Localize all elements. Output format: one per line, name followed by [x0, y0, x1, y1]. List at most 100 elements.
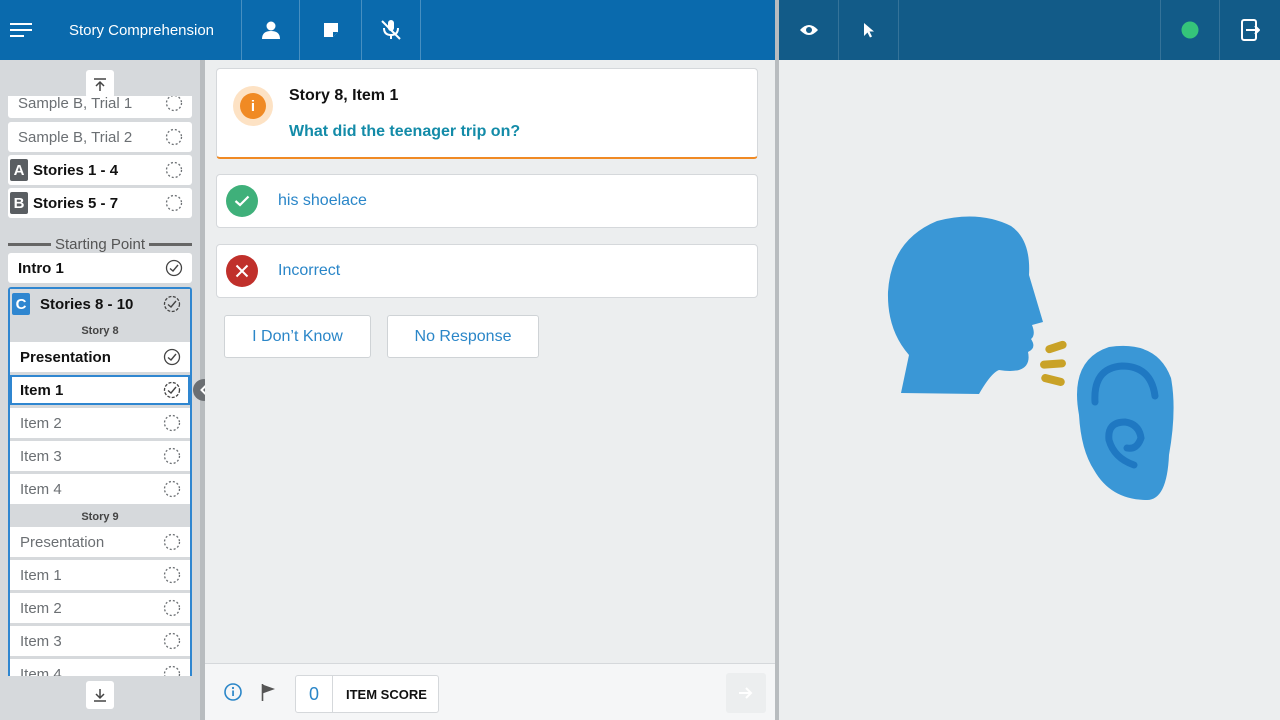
sound-line-2	[1040, 359, 1066, 369]
examinee-toolbar	[779, 0, 1280, 60]
incorrect-answer-option[interactable]: Incorrect	[216, 244, 758, 298]
eye-icon	[799, 25, 818, 35]
switch-device-button[interactable]	[1220, 0, 1280, 60]
nav-item-label: Item 4	[20, 480, 62, 498]
nav-item-label: Item 2	[20, 414, 62, 432]
head-silhouette	[887, 216, 1043, 394]
nav-item-story8-presentation[interactable]: Presentation	[10, 342, 190, 372]
arrow-down-to-bottom-icon	[94, 688, 106, 702]
device-exit-icon	[1241, 19, 1260, 41]
in-progress-status-icon	[162, 381, 182, 399]
item-info-button[interactable]	[224, 683, 242, 701]
no-response-button[interactable]: No Response	[387, 315, 539, 358]
nav-section-label: Stories 1 - 4	[33, 161, 119, 179]
next-item-button[interactable]	[726, 673, 766, 713]
info-icon-glyph: i	[240, 93, 266, 119]
pending-status-icon	[164, 194, 184, 212]
nav-item-label: Sample B, Trial 2	[18, 128, 133, 146]
note-icon	[323, 23, 338, 37]
visibility-button[interactable]	[779, 0, 839, 60]
nav-item-story9-item-3[interactable]: Item 3	[10, 626, 190, 656]
pending-status-icon	[162, 632, 182, 650]
complete-status-icon	[164, 259, 184, 277]
nav-section-a[interactable]: A Stories 1 - 4	[8, 155, 192, 185]
nav-item-story8-item-2[interactable]: Item 2	[10, 408, 190, 438]
incorrect-answer-label: Incorrect	[278, 262, 341, 279]
section-letter-badge: B	[10, 192, 28, 214]
notes-button[interactable]	[300, 0, 362, 60]
dont-know-button[interactable]: I Don’t Know	[224, 315, 371, 358]
sound-line-3	[1041, 374, 1065, 386]
pending-status-icon	[162, 447, 182, 465]
nav-item-label: Item 3	[20, 447, 62, 465]
story-8-header: Story 8	[81, 325, 119, 337]
nav-item-intro-1[interactable]: Intro 1	[8, 253, 192, 283]
pending-status-icon	[164, 161, 184, 179]
nav-section-label: Stories 5 - 7	[33, 194, 119, 212]
item-title: Story 8, Item 1	[289, 87, 399, 104]
pending-status-icon	[164, 128, 184, 146]
complete-status-icon	[162, 348, 182, 366]
correct-answer-option[interactable]: his shoelace	[216, 174, 758, 228]
pending-status-icon	[162, 665, 182, 676]
menu-button[interactable]	[0, 0, 42, 60]
question-text: What did the teenager trip on?	[289, 123, 521, 140]
pending-status-icon	[162, 566, 182, 584]
arrow-up-to-top-icon	[94, 77, 106, 91]
section-letter-badge: C	[12, 293, 30, 315]
status-dot-icon	[1181, 21, 1199, 39]
nav-section-c-header[interactable]: C Stories 8 - 10	[10, 289, 190, 319]
nav-item-story8-item-3[interactable]: Item 3	[10, 441, 190, 471]
scroll-bottom-button[interactable]	[86, 681, 114, 709]
examinee-button[interactable]	[242, 0, 300, 60]
nav-item-label: Presentation	[20, 348, 111, 366]
question-card: i Story 8, Item 1 What did the teenager …	[216, 68, 758, 159]
pending-status-icon	[162, 480, 182, 498]
app-title: Story Comprehension	[68, 21, 215, 39]
pending-status-icon	[162, 533, 182, 551]
connection-status	[1160, 0, 1220, 60]
nav-item-label: Item 3	[20, 632, 62, 650]
nav-item-label: Item 4	[20, 665, 62, 677]
nav-item-story9-item-4[interactable]: Item 4	[10, 659, 190, 676]
item-score-label: ITEM SCORE	[346, 686, 427, 702]
nav-item-sample-b-trial-1[interactable]: Sample B, Trial 1	[8, 96, 192, 118]
mic-off-icon	[381, 20, 401, 40]
nav-item-label: Item 2	[20, 599, 62, 617]
nav-item-label: Intro 1	[18, 259, 64, 277]
pending-status-icon	[164, 96, 184, 112]
pending-status-icon	[162, 414, 182, 432]
nav-item-story8-item-1-current[interactable]: Item 1	[10, 375, 190, 405]
nav-item-story9-item-2[interactable]: Item 2	[10, 593, 190, 623]
pending-status-icon	[162, 599, 182, 617]
story-9-header: Story 9	[81, 511, 119, 523]
examinee-view	[779, 60, 1280, 720]
navigator-list: Sample B, Trial 1 Sample B, Trial 2 A St…	[0, 96, 200, 676]
item-score-value: 0	[296, 676, 333, 712]
item-score-box: 0 ITEM SCORE	[295, 675, 439, 713]
sound-line-1	[1045, 340, 1067, 354]
flag-button[interactable]	[261, 683, 277, 701]
flag-icon	[261, 684, 275, 701]
info-circle-icon	[224, 683, 242, 701]
starting-point-label: Starting Point	[54, 235, 146, 253]
nav-item-sample-b-trial-2[interactable]: Sample B, Trial 2	[8, 122, 192, 152]
item-navigator: Sample B, Trial 1 Sample B, Trial 2 A St…	[0, 60, 200, 720]
nav-item-story8-item-4[interactable]: Item 4	[10, 474, 190, 504]
hamburger-icon	[10, 23, 32, 37]
nav-item-label: Item 1	[20, 381, 64, 399]
nav-section-c: C Stories 8 - 10 Story 8 Presentation It…	[8, 287, 192, 676]
app-title-cell: Story Comprehension	[42, 0, 242, 60]
nav-item-story9-item-1[interactable]: Item 1	[10, 560, 190, 590]
scroll-top-button[interactable]	[86, 70, 114, 98]
speaking-head-ear-illustration	[887, 216, 1174, 500]
nav-item-story9-presentation[interactable]: Presentation	[10, 527, 190, 557]
pointer-button[interactable]	[839, 0, 899, 60]
nav-item-label: Sample B, Trial 1	[18, 96, 133, 112]
cursor-icon	[863, 23, 874, 38]
item-panel: i Story 8, Item 1 What did the teenager …	[205, 60, 775, 663]
nav-item-label: Item 1	[20, 566, 62, 584]
mute-mic-button[interactable]	[362, 0, 421, 60]
nav-section-b[interactable]: B Stories 5 - 7	[8, 188, 192, 218]
top-bar: Story Comprehension	[0, 0, 775, 60]
